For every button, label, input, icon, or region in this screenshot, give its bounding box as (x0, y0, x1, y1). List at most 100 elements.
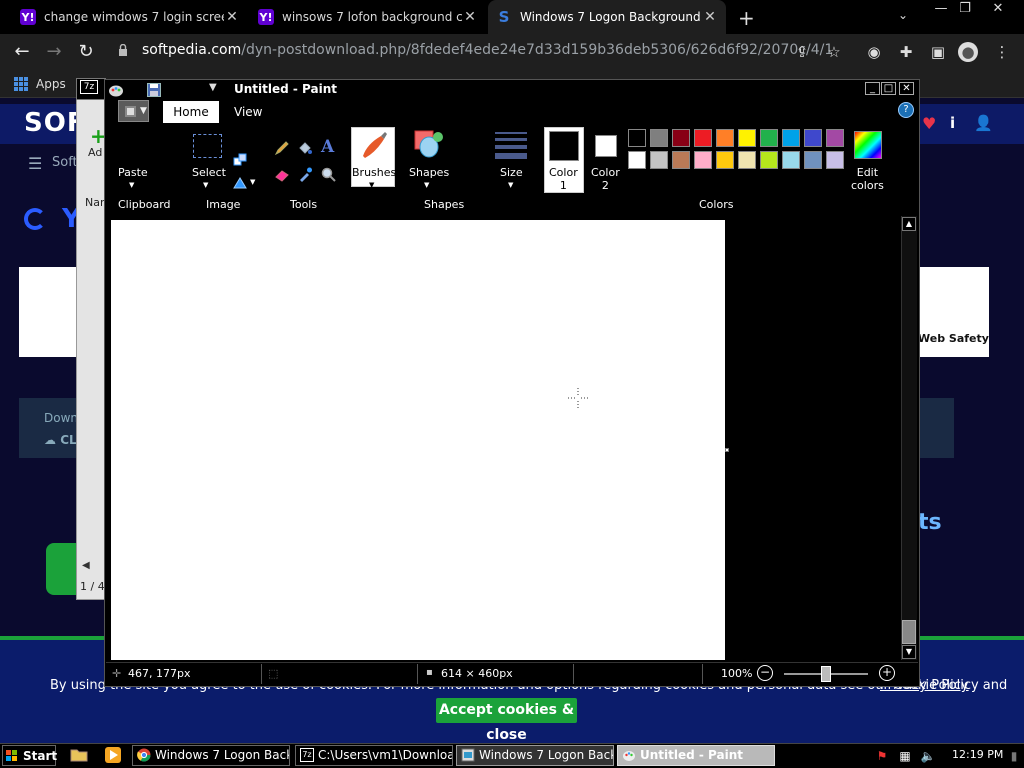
taskbar-7zip-window[interactable]: 7z C:\Users\vm1\Download... (295, 745, 453, 766)
cloud-download-link[interactable]: ☁ CL (44, 433, 77, 447)
heart-icon[interactable]: ♥ (922, 114, 936, 133)
rotate-dropdown-icon[interactable]: ▼ (250, 178, 255, 186)
address-bar[interactable]: softpedia.com/dyn-postdownload.php/8fded… (142, 42, 833, 58)
reload-icon[interactable]: ↻ (74, 40, 98, 64)
select-dropdown-icon[interactable]: ▼ (203, 181, 208, 189)
bookmark-star-icon[interactable]: ☆ (824, 42, 844, 62)
palette-swatch-1[interactable] (628, 129, 646, 147)
drawing-canvas[interactable] (111, 220, 725, 660)
size-label[interactable]: Size (500, 166, 523, 179)
user-icon[interactable]: 👤 (974, 114, 993, 132)
palette-swatch-5[interactable] (716, 129, 734, 147)
palette-swatch-3[interactable] (672, 129, 690, 147)
scrollbar-thumb[interactable] (902, 620, 916, 644)
browser-tab-1[interactable]: Y! change wimdows 7 login screen - Ya ✕ (12, 0, 248, 34)
fill-bucket-icon[interactable] (297, 140, 313, 156)
palette-swatch-20[interactable] (826, 151, 844, 169)
taskbar-chrome-window[interactable]: Windows 7 Logon Backgr... (132, 745, 290, 766)
start-button[interactable]: Start (2, 745, 57, 766)
accept-cookies-button[interactable]: Accept cookies & close (436, 698, 577, 743)
new-tab-icon[interactable]: + (738, 6, 755, 30)
extensions-puzzle-icon[interactable]: ✚ (896, 42, 916, 62)
zoom-slider-thumb[interactable] (821, 666, 831, 682)
paint-minimize-icon[interactable]: _ (865, 82, 880, 95)
select-label[interactable]: Select (192, 166, 226, 179)
quick-access-dropdown-icon[interactable]: ▼ (209, 82, 217, 93)
info-icon[interactable]: i (950, 114, 955, 132)
browser-menu-icon[interactable]: ⋮ (992, 42, 1012, 62)
apps-grid-icon[interactable] (14, 77, 28, 91)
edit-colors-label[interactable]: Edit colors (851, 166, 884, 192)
size-lines-icon[interactable] (495, 132, 527, 163)
hamburger-menu-icon[interactable]: ☰ (28, 154, 42, 173)
paint-maximize-icon[interactable]: □ (881, 82, 896, 95)
taskbar-paint-window[interactable]: Untitled - Paint (617, 745, 775, 766)
browser-tab-2[interactable]: Y! winsows 7 lofon background change ✕ (250, 0, 486, 34)
palette-swatch-4[interactable] (694, 129, 712, 147)
paint-close-icon[interactable]: ✕ (899, 82, 914, 95)
edit-colors-icon[interactable] (854, 131, 882, 159)
7zip-add-label[interactable]: Ad (88, 146, 102, 159)
close-tab-icon[interactable]: ✕ (462, 9, 478, 25)
scroll-down-arrow-icon[interactable]: ▼ (902, 645, 916, 659)
palette-swatch-17[interactable] (760, 151, 778, 169)
palette-swatch-18[interactable] (782, 151, 800, 169)
palette-swatch-8[interactable] (782, 129, 800, 147)
palette-swatch-10[interactable] (826, 129, 844, 147)
paint-app-icon[interactable] (108, 82, 124, 98)
forward-arrow-icon[interactable]: → (42, 40, 66, 64)
shapes-button-label[interactable]: Shapes (409, 166, 449, 179)
palette-swatch-14[interactable] (694, 151, 712, 169)
taskbar-background-changer-window[interactable]: Windows 7 Logon Backgr... (456, 745, 614, 766)
canvas-resize-handle[interactable] (725, 448, 729, 452)
show-desktop-icon[interactable]: ▮ (1006, 748, 1022, 764)
explorer-folder-icon[interactable] (70, 746, 88, 764)
vertical-scrollbar[interactable] (901, 216, 917, 660)
rotate-icon[interactable] (232, 174, 248, 190)
palette-swatch-15[interactable] (716, 151, 734, 169)
palette-swatch-13[interactable] (672, 151, 690, 169)
palette-swatch-16[interactable] (738, 151, 756, 169)
help-icon[interactable]: ? (898, 102, 914, 118)
color-picker-icon[interactable] (297, 166, 313, 182)
crop-resize-icon[interactable] (232, 152, 248, 168)
palette-swatch-7[interactable] (760, 129, 778, 147)
back-arrow-icon[interactable]: ← (10, 40, 34, 64)
tab-home[interactable]: Home (163, 101, 219, 123)
system-clock[interactable]: 12:19 PM (952, 748, 1003, 761)
palette-swatch-2[interactable] (650, 129, 668, 147)
window-restore-icon[interactable]: ❐ (950, 0, 980, 20)
palette-swatch-12[interactable] (650, 151, 668, 169)
pencil-icon[interactable] (274, 140, 290, 156)
scroll-up-arrow-icon[interactable]: ▲ (902, 217, 916, 231)
close-tab-icon[interactable]: ✕ (702, 9, 718, 25)
color2-label[interactable]: Color 2 (591, 166, 620, 192)
media-player-icon[interactable] (104, 746, 122, 764)
browser-tab-3-active[interactable]: S Windows 7 Logon Background Chan ✕ (488, 0, 726, 34)
zoom-in-icon[interactable]: + (879, 665, 895, 681)
palette-swatch-6[interactable] (738, 129, 756, 147)
paint-menu-button[interactable]: ▼ (118, 100, 149, 122)
tab-search-chevron-icon[interactable]: ⌄ (898, 8, 908, 22)
zoom-out-icon[interactable]: − (757, 665, 773, 681)
share-icon[interactable]: ⇪ (792, 42, 812, 62)
size-dropdown-icon[interactable]: ▼ (508, 181, 513, 189)
network-icon[interactable]: ▦ (897, 748, 913, 764)
volume-icon[interactable]: 🔈 (920, 748, 936, 764)
7zip-name-column[interactable]: Nar (85, 196, 105, 209)
text-tool-icon[interactable]: A (321, 137, 334, 157)
close-tab-icon[interactable]: ✕ (224, 9, 240, 25)
palette-swatch-9[interactable] (804, 129, 822, 147)
select-marquee-icon[interactable] (193, 134, 222, 158)
profile-avatar-icon[interactable]: ● (958, 42, 978, 62)
scroll-left-arrow-icon[interactable]: ◀ (82, 560, 90, 571)
magnifier-icon[interactable] (320, 166, 336, 182)
site-nav-label[interactable]: Soft (52, 155, 78, 170)
shapes-icon[interactable] (413, 129, 445, 161)
action-center-flag-icon[interactable]: ⚑ (874, 748, 890, 764)
palette-swatch-11[interactable] (628, 151, 646, 169)
palette-swatch-19[interactable] (804, 151, 822, 169)
color2-swatch[interactable] (595, 135, 617, 157)
save-icon[interactable] (146, 82, 162, 98)
window-close-icon[interactable]: ✕ (983, 0, 1013, 20)
